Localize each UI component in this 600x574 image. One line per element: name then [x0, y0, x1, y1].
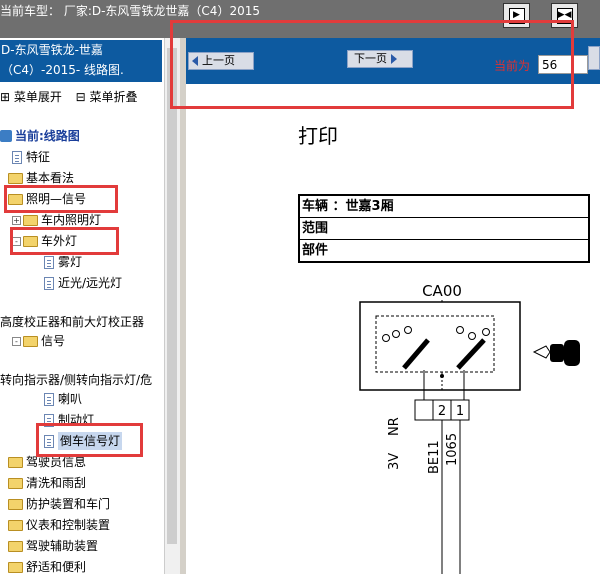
tree-label: 高度校正器和前大灯校正器 [0, 315, 145, 329]
tree-item-fog-lights[interactable]: 雾灯 [44, 253, 82, 271]
toolbar-button-fit[interactable]: ▶◀ [551, 3, 578, 28]
tree-item-reverse-lights[interactable]: 倒车信号灯 [44, 432, 123, 450]
wiring-diagram: CA00 2 1 3V NR BE11 1065 [359, 282, 580, 574]
tree-item-exterior-lights[interactable]: - 车外灯 [12, 232, 77, 250]
wire-label-3v: 3V [387, 453, 402, 470]
tree-label: 照明—信号 [26, 192, 87, 206]
tree-scrollbar[interactable] [164, 38, 180, 574]
tree-item-comfort[interactable]: 舒适和便利 [8, 558, 86, 574]
tree-item-instruments[interactable]: 仪表和控制装置 [8, 516, 110, 534]
folder-icon [23, 235, 38, 247]
tree-label: 雾灯 [58, 255, 83, 269]
toolbar-button-single[interactable]: ▶ [503, 3, 530, 28]
collapse-toggle-icon[interactable]: - [12, 236, 21, 246]
document-icon [44, 255, 54, 269]
document-icon [44, 392, 54, 406]
play-icon: ▶ [508, 7, 525, 24]
tree-pane: D-东风雪铁龙-世嘉 （C4）-2015- 线路图. ⊞ 菜单展开 ⊟ 菜单折叠… [0, 38, 180, 574]
tree-label: 车外灯 [41, 234, 78, 248]
tree-item-features[interactable]: 特征 [12, 148, 50, 166]
scrollbar-thumb[interactable] [167, 48, 177, 544]
menu-expand-link[interactable]: 菜单展开 [14, 90, 62, 104]
tree-label: 仪表和控制装置 [26, 518, 111, 532]
folder-icon [8, 540, 23, 552]
tree-item-headlamp-corrector[interactable]: 高度校正器和前大灯校正器 [0, 313, 144, 331]
tree-label: 驾驶员信息 [26, 455, 87, 469]
folder-icon [8, 456, 23, 468]
connector-title: CA00 [422, 282, 462, 300]
collapse-toggle-icon[interactable]: - [12, 336, 21, 346]
folder-icon [8, 561, 23, 573]
folder-icon [8, 193, 23, 205]
tree-label: 驾驶辅助装置 [26, 539, 99, 553]
root-icon [0, 130, 12, 142]
folder-icon [23, 214, 38, 226]
folder-icon [8, 172, 23, 184]
key-icon [532, 345, 551, 359]
tree-root[interactable]: 当前:线路图 [0, 127, 80, 145]
document-icon [44, 276, 54, 290]
tree-label: 防护装置和车门 [26, 497, 111, 511]
menu-collapse-link[interactable]: 菜单折叠 [89, 90, 137, 104]
tree-label: 舒适和便利 [26, 560, 87, 574]
expand-toggle-icon[interactable]: + [12, 215, 21, 225]
tree-item-wash-wipe[interactable]: 清洗和雨刮 [8, 474, 86, 492]
title-bar: 当前车型： 厂家:D-东风雪铁龙世嘉（C4）2015 ▶ ▶◀ [0, 0, 600, 38]
tree-label-selected: 倒车信号灯 [58, 432, 123, 450]
fit-width-icon: ▶◀ [556, 7, 573, 24]
document-pane: 上一页 下一页 当前为 打印 车辆 ：世嘉3厢 范围 部件 CA00 [186, 38, 600, 574]
wire-label-1065: 1065 [445, 433, 460, 466]
collapse-icon[interactable]: ⊟ [76, 90, 86, 104]
tree-item-horn[interactable]: 喇叭 [44, 390, 82, 408]
tree-label: 近光/远光灯 [58, 276, 123, 290]
tree-label: 制动灯 [58, 413, 95, 427]
tree-item-lighting-signal[interactable]: 照明—信号 [8, 190, 86, 208]
tree-label: 清洗和雨刮 [26, 476, 87, 490]
tree-item-driving-assist[interactable]: 驾驶辅助装置 [8, 537, 98, 555]
window-title: 当前车型： 厂家:D-东风雪铁龙世嘉（C4）2015 [0, 4, 260, 18]
tree-item-signal[interactable]: - 信号 [12, 332, 65, 350]
wire-label-be11: BE11 [427, 440, 442, 474]
tree-label: 信号 [41, 334, 66, 348]
pin-2: 2 [438, 404, 446, 419]
folder-icon [23, 335, 38, 347]
tree-item-turn-indicators[interactable]: 转向指示器/侧转向指示灯/危 [0, 371, 152, 389]
tree-label: 当前:线路图 [15, 129, 80, 143]
tree-label: 转向指示器/侧转向指示灯/危 [0, 373, 153, 387]
wire-label-nr: NR [387, 417, 402, 436]
document-icon [12, 150, 22, 164]
expand-icon[interactable]: ⊞ [0, 90, 10, 104]
model-header-line1: D-东风雪铁龙-世嘉 [1, 43, 103, 57]
model-header: D-东风雪铁龙-世嘉 （C4）-2015- 线路图. [0, 40, 162, 82]
tree-item-low-high-beam[interactable]: 近光/远光灯 [44, 274, 122, 292]
model-header-line2: （C4）-2015- 线路图. [1, 63, 124, 77]
pin-1: 1 [456, 404, 464, 419]
folder-icon [8, 519, 23, 531]
tree-item-interior-lights[interactable]: + 车内照明灯 [12, 211, 101, 229]
tree-item-basics[interactable]: 基本看法 [8, 169, 74, 187]
document-icon [44, 413, 54, 427]
tree-label: 喇叭 [58, 392, 83, 406]
tree-label: 特征 [26, 150, 51, 164]
tree-label: 基本看法 [26, 171, 75, 185]
switch-body [359, 301, 521, 391]
expand-bar: ⊞ 菜单展开 ⊟ 菜单折叠 [0, 88, 164, 108]
tree-item-brake-lights[interactable]: 制动灯 [44, 411, 94, 429]
tree-label: 车内照明灯 [41, 213, 102, 227]
folder-icon [8, 498, 23, 510]
tree-item-driver-info[interactable]: 驾驶员信息 [8, 453, 86, 471]
document-icon [44, 434, 54, 448]
folder-icon [8, 477, 23, 489]
tree-item-protection-doors[interactable]: 防护装置和车门 [8, 495, 110, 513]
